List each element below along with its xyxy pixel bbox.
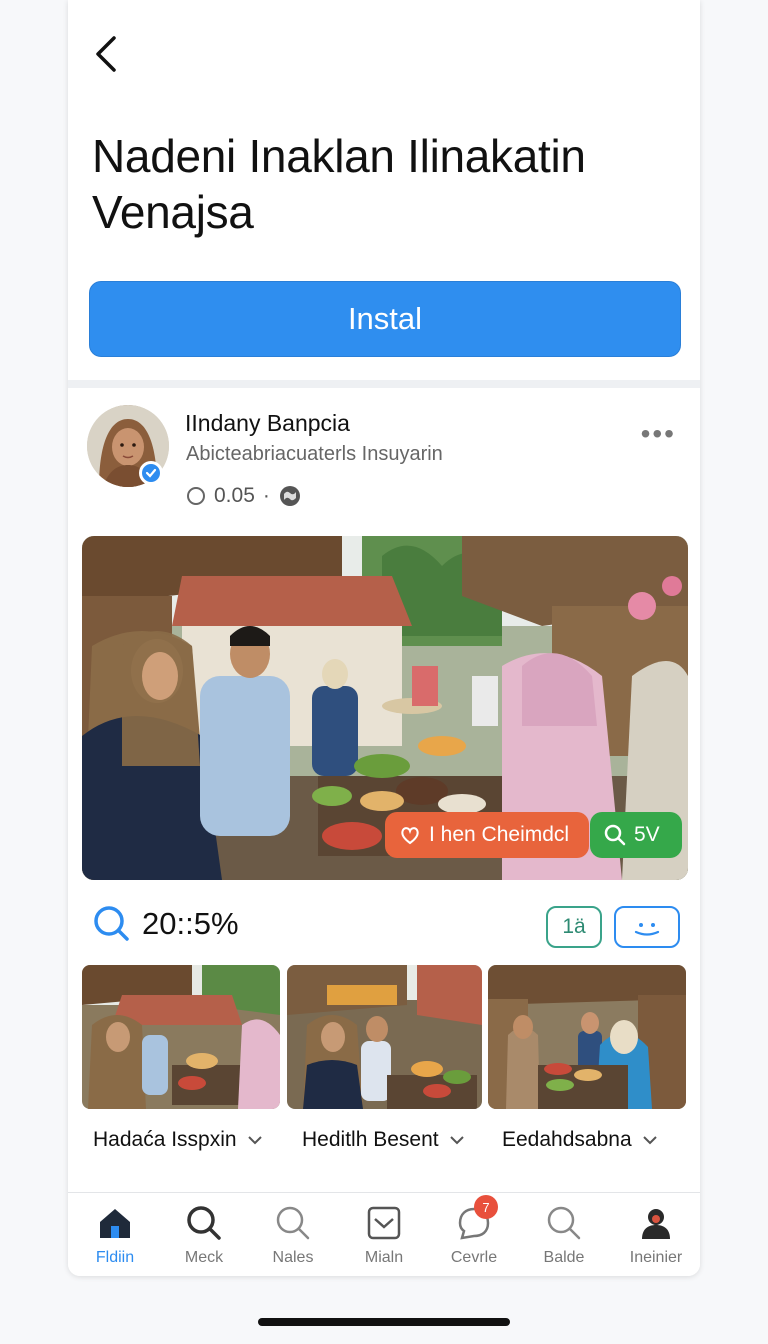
nav-label-profile: Ineinier [629, 1249, 683, 1266]
nav-item-balde[interactable]: Balde [524, 1203, 604, 1271]
post-author-row: IIndany Banpcia Abicteabriacuaterls Insu… [68, 388, 700, 528]
post-meta: 0.05 · [186, 484, 302, 508]
chat-button[interactable] [614, 906, 680, 948]
page-title: Nadeni Inaklan Ilinakatin Venajsa [92, 130, 586, 238]
chevron-left-icon [96, 36, 116, 72]
nav-item-mialn[interactable]: Mialn [344, 1203, 424, 1271]
profile-icon [642, 1209, 670, 1239]
nav-item-cevrle[interactable]: 7 Cevrle [434, 1195, 514, 1271]
verified-check-icon [145, 468, 157, 478]
notification-badge: 7 [474, 1195, 498, 1219]
thumbnail-labels: Hadaća Isspxin Heditlh Besent Eedahdsabn… [68, 1120, 700, 1160]
nav-label-home: Fldiin [95, 1249, 135, 1266]
post-time: 0.05 [214, 484, 255, 507]
thumbnail-1-image [82, 965, 280, 1109]
home-icon [100, 1209, 130, 1238]
photo-tag-green-label: 5V [634, 823, 660, 846]
app-header: Nadeni Inaklan Ilinakatin Venajsa Instal [68, 0, 700, 380]
thumbnail-1[interactable] [82, 965, 280, 1109]
chevron-down-icon [449, 1136, 464, 1145]
mail-icon [367, 1206, 401, 1240]
install-button[interactable]: Instal [89, 281, 681, 357]
chat-icon [634, 923, 660, 936]
photo-tag-green[interactable]: 5V [590, 812, 682, 858]
thumbnail-1-label[interactable]: Hadaća Isspxin [93, 1128, 263, 1152]
bottom-nav: Fldiin Meck Nales Mialn 7 Cevrle Balde I… [68, 1192, 700, 1276]
thumbnail-1-label-text: Hadaća Isspxin [93, 1128, 237, 1151]
nav-item-nales[interactable]: Nales [253, 1203, 333, 1271]
thumbnail-3-label-text: Eedahdsabna [502, 1128, 632, 1151]
stat-value: 20::5% [142, 906, 239, 941]
app-screen: Nadeni Inaklan Ilinakatin Venajsa Instal [68, 0, 700, 1276]
nav-item-home[interactable]: Fldiin [75, 1203, 155, 1271]
stats-row: 20::5% 1ä [68, 900, 700, 950]
globe-icon [279, 486, 300, 506]
avatar[interactable] [87, 405, 169, 487]
photo-tag-orange-label: I hen Cheimdcl [429, 823, 570, 846]
thumbnail-3[interactable] [488, 965, 686, 1109]
thumbnail-2[interactable] [287, 965, 482, 1109]
nav-label-meck: Meck [184, 1249, 224, 1266]
search-icon [276, 1206, 310, 1240]
nav-label-cevrle: Cevrle [450, 1249, 498, 1266]
search-icon[interactable] [92, 904, 130, 942]
thumbnail-3-label[interactable]: Eedahdsabna [502, 1128, 658, 1152]
author-name[interactable]: IIndany Banpcia [185, 410, 350, 437]
photo-tag-orange[interactable]: I hen Cheimdcl [385, 812, 589, 858]
chevron-down-icon [642, 1136, 657, 1145]
thumbnail-2-label-text: Heditlh Besent [302, 1128, 439, 1151]
badge-button[interactable]: 1ä [546, 906, 602, 948]
section-divider [68, 380, 700, 388]
nav-label-nales: Nales [272, 1249, 314, 1266]
thumbnail-3-image [488, 965, 686, 1109]
nav-item-meck[interactable]: Meck [164, 1203, 244, 1271]
nav-label-mialn: Mialn [364, 1249, 404, 1266]
heart-icon [401, 827, 419, 845]
nav-item-profile[interactable]: Ineinier [616, 1203, 696, 1271]
search-icon [187, 1206, 221, 1240]
more-options-button[interactable]: ••• [641, 418, 676, 450]
verified-badge [139, 461, 163, 485]
home-indicator[interactable] [258, 1318, 510, 1326]
clock-icon [187, 487, 205, 505]
author-subtitle: Abicteabriacuaterls Insuyarin [186, 443, 443, 465]
thumbnail-2-image [287, 965, 482, 1109]
thumbnail-2-label[interactable]: Heditlh Besent [302, 1128, 465, 1152]
search-icon [547, 1206, 581, 1240]
search-icon [604, 824, 626, 846]
meta-separator: · [262, 484, 270, 507]
thumbnail-strip [82, 965, 686, 1109]
nav-label-balde: Balde [543, 1249, 585, 1266]
back-button[interactable] [86, 34, 126, 74]
chevron-down-icon [247, 1136, 262, 1145]
